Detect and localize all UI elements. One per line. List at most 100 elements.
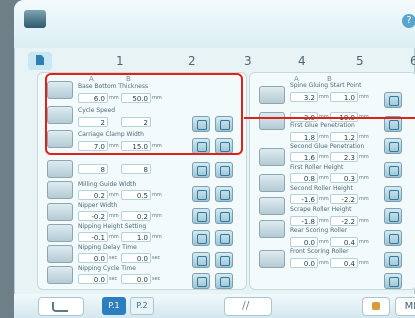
milling-guide-width-a-input[interactable]: 0.2 [78,190,108,200]
front-scoring-roller-label: Front Scoring Roller [290,248,349,255]
param-4-b-input[interactable]: 8 [121,164,151,174]
unit-label: mm [319,218,329,224]
unit-label: mm [109,192,119,198]
edit-button[interactable] [215,252,233,268]
edit-button[interactable] [215,186,233,202]
rear-scoring-roller-b-input[interactable]: 0.4 [330,237,358,247]
nipper-width-b-input[interactable]: 0.2 [121,211,151,221]
scrape-roller-height-a-input[interactable]: -1.8 [290,216,318,226]
nipper-width-label: Nipper Width [78,202,118,209]
tab-5[interactable]: 5 [356,52,364,70]
nipping-delay-a-input[interactable]: 0.0 [78,253,108,263]
nipping-height-a-input[interactable]: -0.1 [78,232,108,242]
copy-button[interactable] [192,230,210,246]
tab-3[interactable]: 3 [244,52,252,70]
edit-button[interactable] [215,162,233,178]
nipping-delay-b-input[interactable]: 0.0 [121,253,151,263]
copy-button[interactable] [384,230,402,246]
unit-label: mm [359,154,369,160]
tab-2[interactable]: 2 [188,52,196,70]
home-button[interactable]: MP [395,297,415,316]
tab-6[interactable]: 6 [410,52,415,70]
rear-scoring-roller-a-input[interactable]: 0.0 [290,237,318,247]
unit-label: mm [319,196,329,202]
parameter-icon [259,197,285,215]
edit-button[interactable] [215,273,233,289]
scrape-roller-height-label: Scrape Roller Height [290,206,352,213]
nipping-delay-time-label: Nipping Delay Time [78,244,137,251]
parameter-icon [259,86,285,104]
edit-button[interactable] [215,208,233,224]
copy-button[interactable] [384,273,402,289]
copy-button[interactable] [192,162,210,178]
tab-1[interactable]: 1 [116,52,124,70]
second-glue-penetration-label: Second Glue Penetration [290,143,365,150]
parameter-icon [47,245,73,263]
unit-label: mm [359,239,369,245]
unit-label: sec [109,255,118,261]
param-4-a-input[interactable]: 8 [78,164,108,174]
first-glue-penetration-label: First Glue Penetration [290,122,355,129]
parameter-icon [47,224,73,242]
highlight-line [244,117,415,119]
nipping-height-b-input[interactable]: 1.0 [121,232,151,242]
second-roller-height-b-input[interactable]: -2.2 [330,194,358,204]
front-scoring-roller-a-input[interactable]: 0.0 [290,258,318,268]
edit-button[interactable] [215,230,233,246]
lock-button[interactable] [362,297,390,316]
info-icon[interactable]: ? [402,14,415,28]
unit-label: mm [319,260,329,266]
parameter-icon [259,250,285,268]
unit-label: mm [359,218,369,224]
copy-button[interactable] [192,252,210,268]
nipper-width-a-input[interactable]: -0.2 [78,211,108,221]
first-glue-penetration-a-input[interactable]: 1.8 [290,132,318,142]
nipping-cycle-time-label: Nipping Cycle Time [78,265,136,272]
second-glue-penetration-b-input[interactable]: 2.3 [330,152,358,162]
second-glue-penetration-a-input[interactable]: 1.6 [290,152,318,162]
parameter-icon [259,148,285,166]
nipping-cycle-b-input[interactable]: 0.0 [121,274,151,284]
spine-gluing-start-point-label: Spine Gluing Start Point [290,82,362,89]
nipping-height-setting-label: Nipping Height Setting [78,223,147,230]
tab-home[interactable] [28,52,52,70]
milling-guide-width-label: Milling Guide Width [78,181,137,188]
copy-button[interactable] [192,273,210,289]
front-scoring-roller-b-input[interactable]: 0.4 [330,258,358,268]
copy-button[interactable] [384,92,402,108]
copy-button[interactable] [192,208,210,224]
copy-button[interactable] [384,186,402,202]
scrape-roller-height-b-input[interactable]: -2.2 [330,216,358,226]
unit-label: mm [152,192,162,198]
unit-label: mm [152,213,162,219]
copy-button[interactable] [384,138,402,154]
tab-4[interactable]: 4 [298,52,306,70]
first-glue-penetration-b-input[interactable]: 1.2 [330,132,358,142]
spine-gluing-start-point-a-input[interactable]: 3.2 [290,92,318,102]
unit-label: mm [319,134,329,140]
second-roller-height-label: Second Roller Height [290,185,353,192]
parameter-icon [47,160,73,178]
back-button[interactable] [38,297,84,316]
tab-strip: 1 2 3 4 5 6 [26,52,415,70]
nipping-cycle-a-input[interactable]: 0.0 [78,274,108,284]
first-roller-height-b-input[interactable]: 0.3 [330,173,358,183]
second-roller-height-a-input[interactable]: -1.6 [290,194,318,204]
highlight-box [45,73,243,155]
adjust-button[interactable] [224,297,272,316]
parameter-icon [47,181,73,199]
copy-button[interactable] [384,162,402,178]
copy-button[interactable] [192,186,210,202]
copy-button[interactable] [384,208,402,224]
page-1-button[interactable]: P.1 [102,297,126,315]
page-2-button[interactable]: P.2 [130,297,154,315]
milling-guide-width-b-input[interactable]: 0.5 [121,190,151,200]
machine-icon [24,10,46,28]
spine-gluing-start-point-b-input[interactable]: 1.0 [330,92,358,102]
first-roller-height-a-input[interactable]: 0.8 [290,173,318,183]
unit-label: mm [319,154,329,160]
parameter-icon [259,220,285,238]
unit-label: mm [359,260,369,266]
copy-button[interactable] [384,252,402,268]
unit-label: mm [359,94,369,100]
